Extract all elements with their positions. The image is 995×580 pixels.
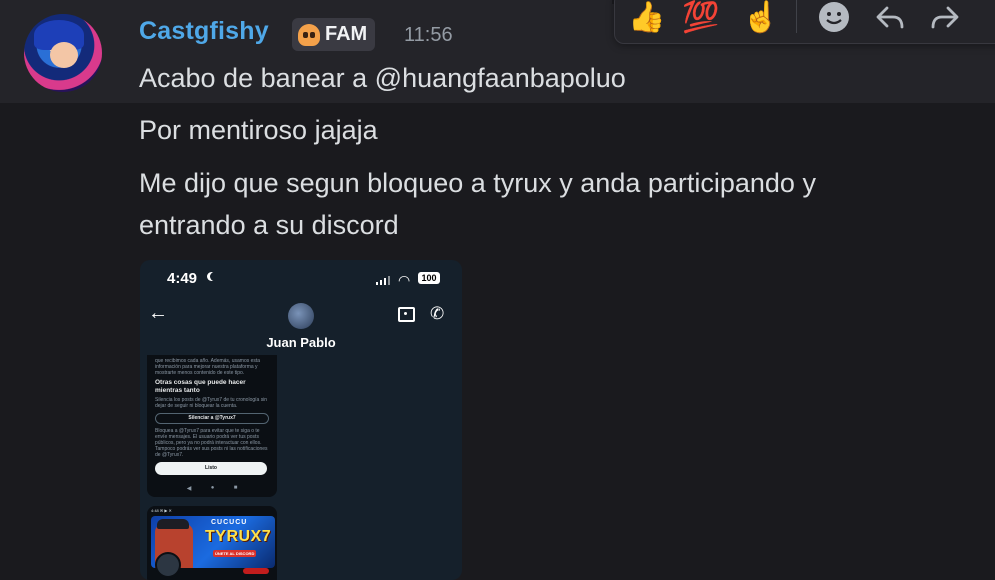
block-info-card: que recibimos cada año. Además, usamos e… — [147, 355, 277, 497]
message-line-2: Por mentiroso jajaja — [139, 115, 378, 145]
card-intro-text: que recibimos cada año. Además, usamos e… — [155, 358, 261, 376]
skull-icon — [298, 23, 320, 46]
video-call-icon — [398, 307, 415, 322]
timestamp[interactable]: 11:56 — [404, 24, 453, 47]
message-actions-toolbar: 👍 💯 ☝️ — [614, 0, 995, 44]
nav-home-icon: ● — [210, 485, 215, 491]
signal-icon — [376, 276, 392, 285]
card-mute-text: Silencia los posts de @Tyrux7 de tu cron… — [155, 397, 268, 409]
toolbar-divider — [796, 0, 797, 33]
back-arrow-icon: ← — [148, 302, 168, 324]
username[interactable]: Castgfishy — [139, 17, 269, 46]
role-tag-label: FAM — [325, 23, 368, 45]
forward-icon[interactable] — [923, 0, 967, 35]
wifi-icon: ◠ — [398, 272, 411, 288]
reaction-point-up[interactable]: ☝️ — [739, 0, 783, 35]
avatar-face — [50, 42, 78, 68]
banner-top-text: CUCUCU — [211, 519, 248, 526]
profile-avatar — [155, 552, 181, 578]
mute-button: Silenciar a @Tyrux7 — [155, 413, 269, 424]
reply-icon[interactable] — [868, 0, 912, 35]
moon-icon — [210, 272, 219, 281]
message-line-1: Acabo de banear a @huangfaanbapoluo — [139, 63, 626, 93]
contact-avatar — [288, 303, 314, 329]
avatar[interactable] — [24, 14, 102, 92]
message-line-4: entrando a su discord — [139, 210, 399, 240]
message-line-3: Me dijo que segun bloqueo a tyrux y anda… — [139, 168, 816, 198]
contact-name: Juan Pablo — [266, 335, 336, 350]
banner-cap — [157, 519, 189, 529]
reaction-thumbs-up[interactable]: 👍 — [625, 0, 669, 35]
add-reaction-icon[interactable] — [812, 0, 856, 35]
profile-action-button — [243, 568, 269, 574]
card-block-text: Bloquea a @Tyrux7 para evitar que te sig… — [155, 428, 268, 458]
android-nav-bar: ◀ ● ■ — [147, 485, 277, 492]
banner-subtitle: ÚNETE AL DISCORD — [213, 550, 257, 557]
battery-indicator: 100 — [418, 272, 440, 284]
image-attachment[interactable]: 4:49 ◠ 100 ← Juan Pablo ✆ que recibimos … — [140, 260, 462, 580]
card-heading: Otras cosas que puede hacer mientras tan… — [155, 379, 246, 394]
reaction-100[interactable]: 💯 — [679, 0, 723, 35]
banner-title: TYRUX7 — [205, 528, 272, 545]
card2-status-bar: 4:48 ✉ ▶ ✕ — [151, 508, 172, 513]
nav-recents-icon: ■ — [233, 485, 238, 491]
nav-back-icon: ◀ — [186, 486, 192, 492]
phone-icon: ✆ — [430, 304, 445, 323]
phone-status-time: 4:49 — [167, 270, 198, 287]
profile-screenshot-card: 4:48 ✉ ▶ ✕ CUCUCU TYRUX7 ÚNETE AL DISCOR… — [147, 506, 277, 580]
done-button: Listo — [155, 462, 267, 475]
role-tag[interactable]: FAM — [292, 18, 376, 51]
